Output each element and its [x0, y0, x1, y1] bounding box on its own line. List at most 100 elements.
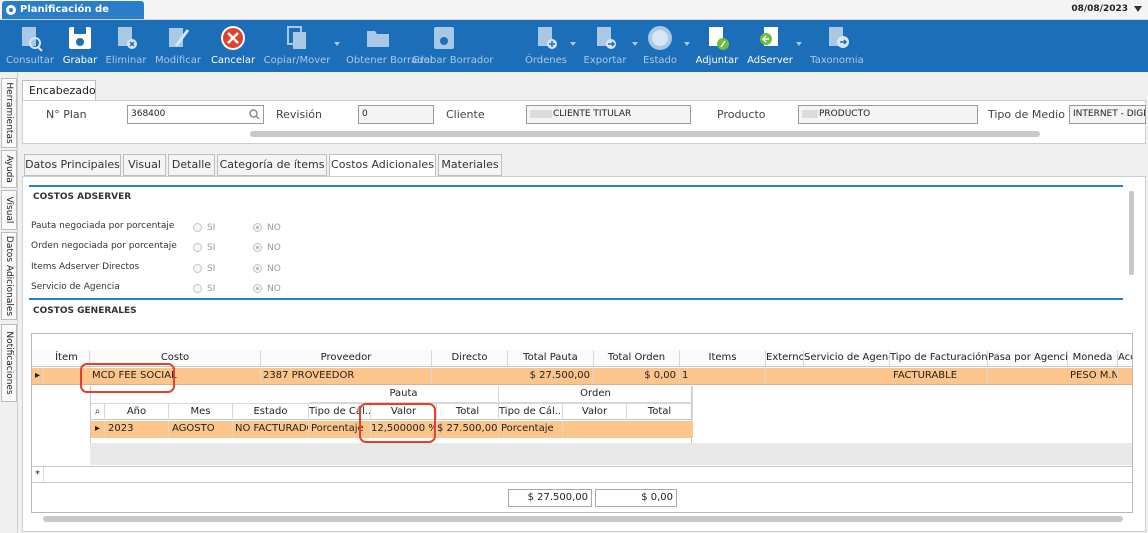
tab-datos-principales[interactable]: Datos Principales [24, 154, 121, 176]
taxonomia-button[interactable]: Taxonomia [810, 20, 864, 72]
pauta-no-radio[interactable] [253, 223, 262, 232]
tab-visual[interactable]: Visual [123, 154, 166, 176]
subgrid-search-icon[interactable]: ⌕ [91, 404, 105, 420]
items-si-radio[interactable] [193, 264, 202, 273]
subcol-mes[interactable]: Mes [169, 404, 233, 420]
subgrid-group-pauta: Pauta [309, 386, 499, 403]
estado-button[interactable]: Estado [638, 20, 690, 72]
tab-costos-adicionales[interactable]: Costos Adicionales [329, 154, 436, 177]
costos-adserver-title: COSTOS ADSERVER [33, 192, 132, 202]
adserver-vertical-scrollbar[interactable] [1126, 183, 1136, 291]
subcol-valor-orden[interactable]: Valor [563, 404, 627, 420]
servicio-agencia-label: Servicio de Agencia [31, 282, 120, 292]
scroll-thumb[interactable] [1129, 191, 1134, 275]
table-row[interactable]: ▸ − 45 MCD FEE SOCIAL 2387 PROVEEDOR $ 2… [32, 368, 1132, 385]
tab-materiales[interactable]: Materiales [438, 154, 502, 176]
consultar-button[interactable]: Consultar [4, 20, 56, 72]
dropdown-arrow-icon[interactable] [570, 42, 576, 46]
header-horizontal-scrollbar[interactable] [250, 131, 1040, 137]
new-row-marker: * [32, 467, 44, 483]
col-total-orden[interactable]: Total Orden [594, 350, 680, 366]
redacted-mark [530, 109, 552, 118]
proveedor-cell[interactable]: 2387 PROVEEDOR [261, 368, 432, 384]
adserver-button[interactable]: AdServer [746, 20, 802, 72]
col-items[interactable]: Items [680, 350, 766, 366]
items-no-radio[interactable] [253, 264, 262, 273]
facturacion-cell[interactable]: FACTURABLE [890, 368, 988, 384]
new-row[interactable]: * [32, 466, 1132, 483]
modificar-button[interactable]: Modificar [152, 20, 204, 72]
servicio-si-label: SI [207, 284, 216, 294]
pauta-si-radio[interactable] [193, 223, 202, 232]
subcol-total-orden[interactable]: Total [627, 404, 693, 420]
copiar-mover-button[interactable]: Copiar/Mover [262, 20, 340, 72]
sidebar-tab-ayuda[interactable]: Ayuda [1, 150, 17, 188]
subcol-total-pauta[interactable]: Total [437, 404, 499, 420]
cliente-label: Cliente [446, 108, 485, 121]
tipo-medio-label: Tipo de Medio [988, 108, 1065, 121]
orden-si-label: SI [207, 243, 216, 253]
eliminar-button[interactable]: Eliminar [104, 20, 148, 72]
moneda-cell[interactable]: PESO M.N. [1068, 368, 1118, 384]
title-bar: Planificación de Digital 08/08/2023 [0, 0, 1148, 33]
attach-icon [709, 27, 729, 50]
highlight-costo-annotation [80, 363, 175, 393]
save-icon [69, 27, 91, 49]
subcol-tipo-calc-orden[interactable]: Tipo de Cál... [499, 404, 563, 420]
dropdown-arrow-icon[interactable] [334, 42, 340, 46]
col-pasa-agencia[interactable]: Pasa por Agencia [988, 350, 1068, 366]
producto-label: Producto [717, 108, 766, 121]
subcol-anio[interactable]: Año [105, 404, 169, 420]
orden-no-radio[interactable] [253, 243, 262, 252]
col-directo[interactable]: Directo [432, 350, 508, 366]
anio-cell[interactable]: 2023 [105, 421, 169, 437]
dropdown-arrow-icon[interactable] [796, 42, 802, 46]
total-pauta-summary: $ 27.500,00 [508, 489, 592, 507]
grid-horizontal-scrollbar[interactable] [43, 516, 1123, 522]
dropdown-arrow-icon[interactable] [1134, 6, 1142, 12]
col-externo[interactable]: Externo [766, 350, 804, 366]
col-tipo-facturacion[interactable]: Tipo de Facturación [890, 350, 988, 366]
orden-no-label: NO [267, 243, 281, 253]
grabar-button[interactable]: Grabar [58, 20, 102, 72]
tipo-calc-orden-cell[interactable]: Porcentaje [499, 421, 563, 437]
sidebar-tab-visual[interactable]: Visual [1, 190, 17, 230]
window-tab[interactable]: Planificación de Digital [2, 1, 144, 33]
exportar-button[interactable]: Exportar [580, 20, 638, 72]
toolbar: Consultar Grabar Eliminar Modificar Canc… [0, 20, 1148, 72]
plan-input[interactable]: 368400 [127, 105, 264, 124]
costos-panel: COSTOS ADSERVER Pauta negociada por porc… [22, 176, 1146, 532]
adjuntar-button[interactable]: Adjuntar [694, 20, 740, 72]
servicio-no-radio[interactable] [253, 284, 262, 293]
col-total-pauta[interactable]: Total Pauta [508, 350, 594, 366]
search-doc-icon [22, 27, 43, 52]
search-icon[interactable] [249, 109, 260, 120]
grabar-borrador-button[interactable]: Grabar Borrador [412, 20, 493, 72]
sidebar-tab-datos-adicionales[interactable]: Datos Adicionales [1, 232, 17, 320]
row-pointer-icon: ▸ [32, 368, 44, 384]
col-servicio-agencia[interactable]: Servicio de Agencia [804, 350, 890, 366]
pauta-si-label: SI [207, 223, 216, 233]
servicio-si-radio[interactable] [193, 284, 202, 293]
sidebar-tab-herramientas[interactable]: Herramientas [1, 78, 17, 148]
col-moneda[interactable]: Moneda [1068, 350, 1118, 366]
tab-categoria-items[interactable]: Categoría de ítems [217, 154, 327, 176]
subcol-estado[interactable]: Estado [233, 404, 309, 420]
pauta-porcentaje-label: Pauta negociada por porcentaje [31, 221, 175, 231]
tab-encabezado[interactable]: Encabezado [22, 80, 96, 101]
total-pauta-subcell: $ 27.500,00 [437, 421, 499, 437]
dropdown-arrow-icon[interactable] [684, 42, 690, 46]
obtener-borrador-button[interactable]: Obtener Borrador [346, 20, 434, 72]
ordenes-button[interactable]: Órdenes [524, 20, 576, 72]
delete-doc-icon [118, 27, 137, 49]
col-acciones[interactable]: Acci [1118, 350, 1132, 366]
col-proveedor[interactable]: Proveedor [261, 350, 432, 366]
cancelar-button[interactable]: Cancelar [210, 20, 256, 72]
orden-si-radio[interactable] [193, 243, 202, 252]
tab-detalle[interactable]: Detalle [168, 154, 215, 176]
revision-label: Revisión [276, 108, 322, 121]
copy-icon [287, 26, 306, 49]
sidebar-tab-notificaciones[interactable]: Notificaciones [1, 324, 17, 402]
items-si-label: SI [207, 264, 216, 274]
mes-cell[interactable]: AGOSTO [169, 421, 233, 437]
